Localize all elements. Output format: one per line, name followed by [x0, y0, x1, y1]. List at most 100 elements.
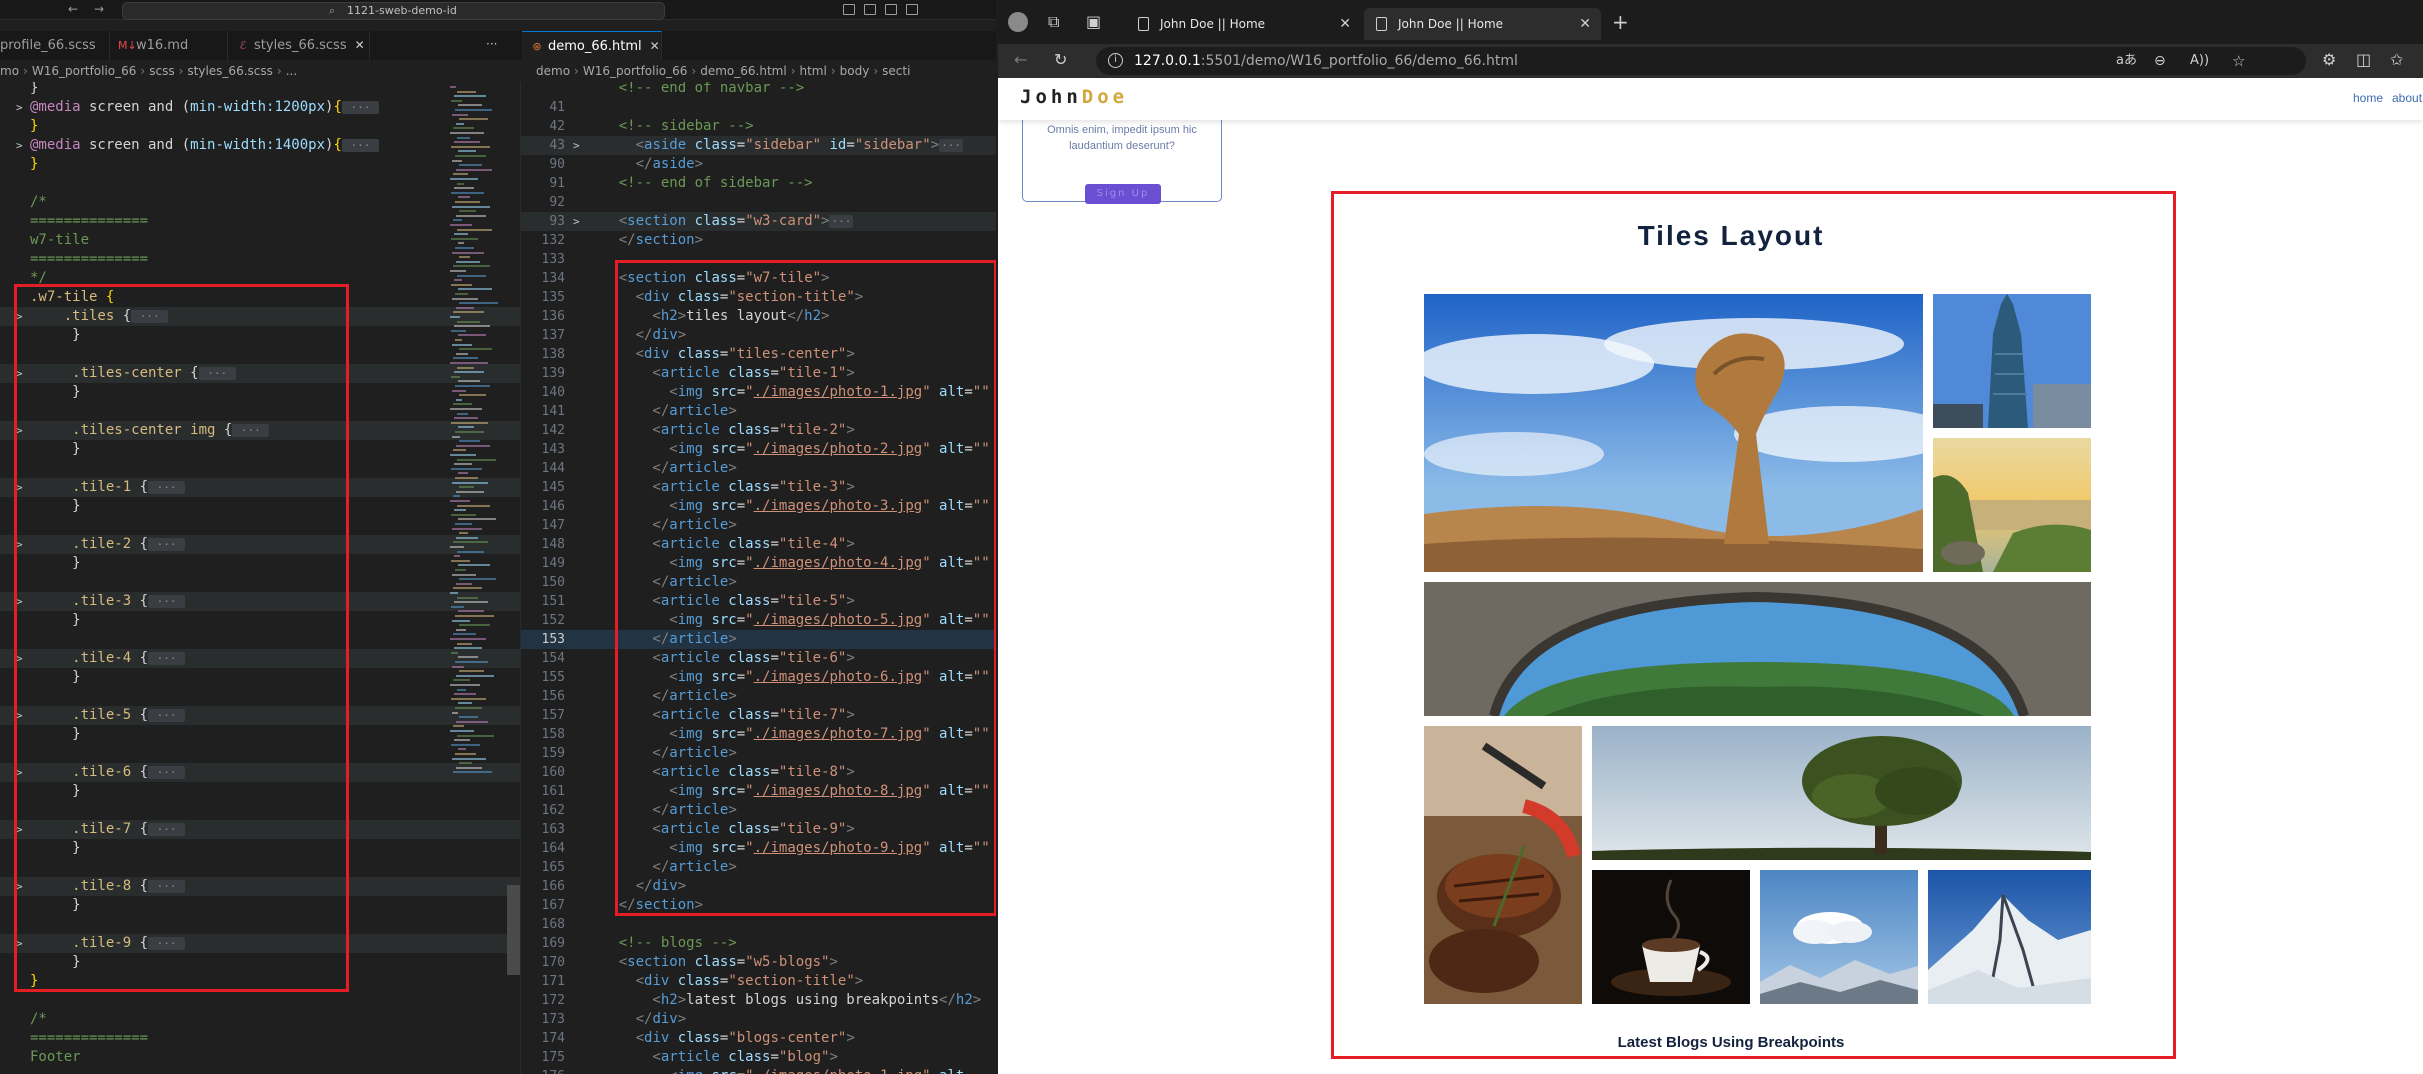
code-line[interactable]: 169 <!-- blogs -->	[521, 934, 996, 953]
address-bar[interactable]: i 127.0.0.1:5501/demo/W16_portfolio_66/d…	[1096, 47, 2306, 75]
code-line[interactable]: }	[0, 554, 520, 573]
code-line[interactable]: 167 </section>	[521, 896, 996, 915]
refresh-icon[interactable]: ↻	[1054, 50, 1067, 69]
code-line[interactable]	[0, 345, 520, 364]
translate-icon[interactable]: aあ	[2116, 47, 2137, 75]
back-arrow-icon[interactable]: ←	[68, 2, 78, 16]
code-line[interactable]: 176 <img src="./images/photo-1.jpg" alt	[521, 1067, 996, 1074]
browser-tab-2[interactable]: John Doe || Home ✕	[1364, 8, 1601, 40]
fold-chevron-icon[interactable]: >	[16, 649, 23, 668]
profile-avatar-icon[interactable]	[1008, 12, 1028, 32]
css-breadcrumb-item[interactable]: styles_66.scss	[187, 64, 272, 78]
code-line[interactable]: }	[0, 896, 520, 915]
code-line[interactable]	[0, 516, 520, 535]
close-icon[interactable]: ✕	[355, 38, 365, 52]
code-line[interactable]: 155 <img src="./images/photo-6.jpg" alt=…	[521, 668, 996, 687]
code-line[interactable]: /*	[0, 1010, 520, 1029]
code-line[interactable]: Footer	[0, 1048, 520, 1067]
fold-chevron-icon[interactable]: >	[16, 592, 23, 611]
code-line[interactable]: }	[0, 972, 520, 991]
code-line[interactable]	[0, 459, 520, 478]
code-line[interactable]: > .tiles { ···	[0, 307, 520, 326]
code-line[interactable]: }	[0, 440, 520, 459]
code-line[interactable]: 132 </section>	[521, 231, 996, 250]
code-line[interactable]: 91 <!-- end of sidebar -->	[521, 174, 996, 193]
command-center-search[interactable]: ⌕ 1121-sweb-demo-id	[122, 2, 665, 20]
fold-chevron-icon[interactable]: >	[16, 136, 23, 155]
html-breadcrumb-item[interactable]: body	[840, 64, 870, 78]
code-line[interactable]	[0, 744, 520, 763]
code-line[interactable]	[0, 573, 520, 592]
signup-button[interactable]: Sign Up	[1085, 184, 1161, 204]
code-line[interactable]: 173 </div>	[521, 1010, 996, 1029]
code-line[interactable]: 157 <article class="tile-7">	[521, 706, 996, 725]
code-line[interactable]: 160 <article class="tile-8">	[521, 763, 996, 782]
html-breadcrumb-item[interactable]: secti	[882, 64, 910, 78]
code-line[interactable]: 154 <article class="tile-6">	[521, 649, 996, 668]
code-line[interactable]: }	[0, 155, 520, 174]
extensions-icon[interactable]: ⚙	[2322, 50, 2336, 69]
fold-chevron-icon[interactable]: >	[16, 934, 23, 953]
code-line[interactable]: }	[0, 725, 520, 744]
html-breadcrumb-item[interactable]: W16_portfolio_66	[583, 64, 688, 78]
fold-chevron-icon[interactable]: >	[573, 136, 580, 155]
browser-tab-1[interactable]: John Doe || Home ✕	[1126, 8, 1361, 40]
code-line[interactable]: 136 <h2>tiles layout</h2>	[521, 307, 996, 326]
code-line[interactable]: 140 <img src="./images/photo-1.jpg" alt=…	[521, 383, 996, 402]
more-actions-icon[interactable]: ···	[486, 37, 497, 51]
code-line[interactable]: 135 <div class="section-title">	[521, 288, 996, 307]
fold-chevron-icon[interactable]: >	[16, 307, 23, 326]
code-line[interactable]: 161 <img src="./images/photo-8.jpg" alt=…	[521, 782, 996, 801]
code-line[interactable]: 152 <img src="./images/photo-5.jpg" alt=…	[521, 611, 996, 630]
code-line[interactable]: */	[0, 269, 520, 288]
code-line[interactable]: }	[0, 117, 520, 136]
code-line[interactable]: ==============	[0, 1029, 520, 1048]
split-screen-icon[interactable]: ◫	[2356, 50, 2371, 69]
minimap[interactable]	[448, 82, 508, 1074]
code-line[interactable]: 175 <article class="blog">	[521, 1048, 996, 1067]
code-line[interactable]: 162 </article>	[521, 801, 996, 820]
code-line[interactable]	[0, 687, 520, 706]
code-line[interactable]: > .tile-5 { ···	[0, 706, 520, 725]
code-line[interactable]	[0, 991, 520, 1010]
code-line[interactable]: 149 <img src="./images/photo-4.jpg" alt=…	[521, 554, 996, 573]
code-line[interactable]: 92	[521, 193, 996, 212]
code-line[interactable]: 144 </article>	[521, 459, 996, 478]
code-line[interactable]: 171 <div class="section-title">	[521, 972, 996, 991]
code-line[interactable]: 168	[521, 915, 996, 934]
code-line[interactable]: 43 > <aside class="sidebar" id="sidebar">…	[521, 136, 996, 155]
code-line[interactable]	[0, 858, 520, 877]
css-breadcrumb-item[interactable]: mo	[0, 64, 19, 78]
fold-chevron-icon[interactable]: >	[573, 212, 580, 231]
code-line[interactable]: }	[0, 953, 520, 972]
code-line[interactable]: ==============	[0, 250, 520, 269]
toggle-panel-icon[interactable]	[864, 4, 876, 15]
tab-styles-scss[interactable]: ℰstyles_66.scss ✕	[228, 31, 370, 60]
close-icon[interactable]: ✕	[1339, 8, 1351, 40]
code-line[interactable]: 145 <article class="tile-3">	[521, 478, 996, 497]
code-line[interactable]	[0, 402, 520, 421]
nav-link-about[interactable]: about	[2392, 91, 2422, 105]
code-line[interactable]: > @media screen and (min-width:1200px){ ·…	[0, 98, 520, 117]
fold-chevron-icon[interactable]: >	[16, 421, 23, 440]
code-line[interactable]: }	[0, 383, 520, 402]
code-line[interactable]: 159 </article>	[521, 744, 996, 763]
code-line[interactable]: 165 </article>	[521, 858, 996, 877]
code-line[interactable]: }	[0, 82, 520, 98]
fold-chevron-icon[interactable]: >	[16, 877, 23, 896]
code-line[interactable]: 93 > <section class="w3-card"> ···	[521, 212, 996, 231]
back-arrow-icon[interactable]: ←	[1014, 50, 1027, 69]
code-line[interactable]: > .tile-8 { ···	[0, 877, 520, 896]
css-breadcrumb-item[interactable]: W16_portfolio_66	[32, 64, 137, 78]
site-info-icon[interactable]: i	[1108, 53, 1123, 68]
code-line[interactable]: 170 <section class="w5-blogs">	[521, 953, 996, 972]
fold-chevron-icon[interactable]: >	[16, 706, 23, 725]
code-line[interactable]: > .tile-4 { ···	[0, 649, 520, 668]
code-line[interactable]: 134 <section class="w7-tile">	[521, 269, 996, 288]
fold-chevron-icon[interactable]: >	[16, 98, 23, 117]
code-line[interactable]: > @media screen and (min-width:1400px){ ·…	[0, 136, 520, 155]
code-line[interactable]: 146 <img src="./images/photo-3.jpg" alt=…	[521, 497, 996, 516]
code-line[interactable]: > .tiles-center { ···	[0, 364, 520, 383]
code-line[interactable]: > .tile-3 { ···	[0, 592, 520, 611]
code-line[interactable]: 174 <div class="blogs-center">	[521, 1029, 996, 1048]
